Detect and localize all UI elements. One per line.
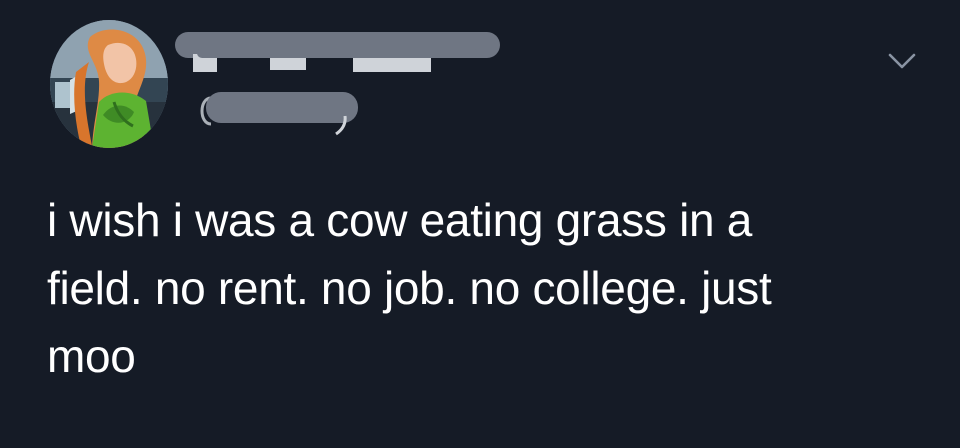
tweet-menu-button[interactable]	[887, 50, 917, 72]
tweet-text-line: i wish i was a cow eating grass in a	[47, 194, 753, 246]
handle-redacted	[196, 90, 368, 136]
avatar[interactable]	[50, 20, 168, 148]
tweet-text-line: field. no rent. no job. no college. just	[47, 262, 772, 314]
tweet-card: i wish i was a cow eating grass in a fie…	[0, 0, 960, 448]
tweet-text-line: moo	[47, 330, 136, 382]
chevron-down-icon	[888, 53, 916, 69]
display-name-redacted	[175, 32, 500, 76]
tweet-text: i wish i was a cow eating grass in a fie…	[47, 186, 897, 390]
user-avatar-icon	[50, 20, 168, 148]
